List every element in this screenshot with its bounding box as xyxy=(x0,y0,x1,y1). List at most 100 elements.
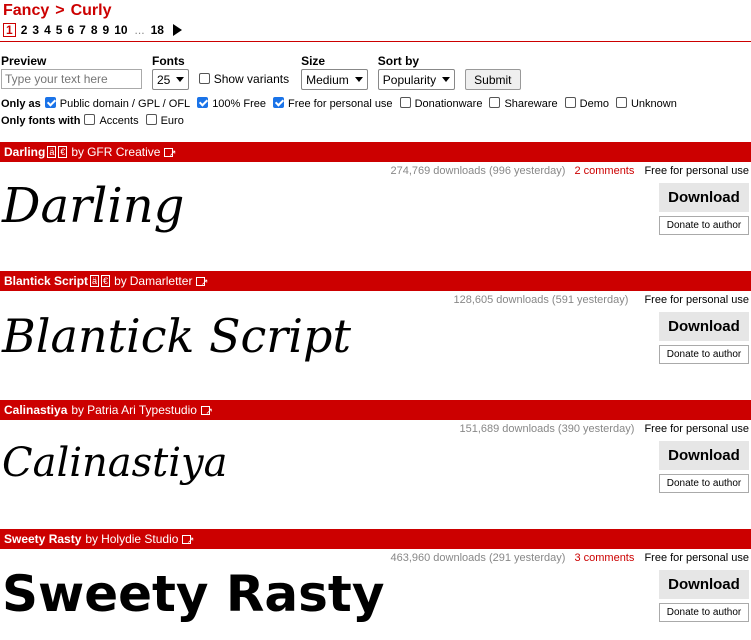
font-preview[interactable]: Blantick Script xyxy=(2,309,351,363)
sort-select[interactable]: Popularity xyxy=(377,69,456,90)
page-link[interactable]: 4 xyxy=(44,23,51,37)
license-label: Shareware xyxy=(504,98,558,110)
font-name-link[interactable]: Blantick Script xyxy=(4,271,88,291)
page-link[interactable]: 10 xyxy=(114,23,127,37)
show-variants-control: Show variants xyxy=(199,54,289,86)
by-label: by xyxy=(71,145,85,159)
pagination: 1 2 3 4 5 6 7 8 9 10 ... 18 xyxy=(3,23,751,37)
font-entry: Calinastiya by Patria Ari Typestudio 151… xyxy=(0,400,751,528)
license-label: Donationware xyxy=(414,98,483,110)
external-link-icon[interactable] xyxy=(196,272,208,292)
page-link[interactable]: 7 xyxy=(79,23,86,37)
author-link[interactable]: Patria Ari Typestudio xyxy=(87,400,197,420)
author-link[interactable]: GFR Creative xyxy=(87,142,160,162)
preview-input[interactable] xyxy=(1,69,142,89)
license-checkbox[interactable] xyxy=(564,97,576,108)
font-title-bar: Blantick Script ä € by Damarletter xyxy=(0,271,751,292)
license-checkbox[interactable] xyxy=(489,97,501,108)
feature-label: Accents xyxy=(99,115,139,127)
download-button[interactable]: Download xyxy=(659,441,749,470)
size-select[interactable]: Medium xyxy=(301,69,368,90)
euro-tag: € xyxy=(101,275,111,287)
preview-control: Preview xyxy=(1,54,142,89)
show-variants-label: Show variants xyxy=(213,72,290,86)
license-checkbox[interactable] xyxy=(44,97,56,108)
fonts-label: Fonts xyxy=(152,54,185,68)
only-as-label: Only as xyxy=(1,97,41,110)
external-link-icon[interactable] xyxy=(200,401,213,421)
author-link[interactable]: Damarletter xyxy=(130,271,193,291)
download-count: 128,605 downloads (591 yesterday) xyxy=(453,294,629,306)
only-fonts-with-label: Only fonts with xyxy=(1,114,81,127)
page-link[interactable]: 5 xyxy=(56,23,63,37)
breadcrumb-current[interactable]: Curly xyxy=(71,2,112,19)
font-preview[interactable]: Calinastiya xyxy=(2,440,228,486)
comments-link[interactable]: 3 comments xyxy=(574,552,634,564)
license-label: 100% Free xyxy=(212,98,266,110)
font-meta: 151,689 downloads (390 yesterday) Free f… xyxy=(459,423,749,435)
comments-link[interactable]: 2 comments xyxy=(574,165,634,177)
external-link-icon[interactable] xyxy=(164,143,176,163)
feature-label: Euro xyxy=(160,115,184,127)
author-link[interactable]: Holydie Studio xyxy=(101,529,178,549)
show-variants-checkbox[interactable] xyxy=(199,73,211,84)
license-checkbox[interactable] xyxy=(197,97,209,108)
breadcrumb-parent[interactable]: Fancy xyxy=(3,2,49,19)
license-label: Free for personal use xyxy=(288,98,393,110)
download-button[interactable]: Download xyxy=(659,312,749,341)
feature-checkbox[interactable] xyxy=(145,114,157,125)
license-label: Free for personal use xyxy=(644,552,749,564)
license-label: Free for personal use xyxy=(644,294,749,306)
accents-tag: ä xyxy=(47,146,57,158)
search-controls: Preview Fonts 25 Show variants Size Medi… xyxy=(0,42,751,128)
select-caret-icon xyxy=(442,77,451,82)
download-count: 151,689 downloads (390 yesterday) xyxy=(459,423,635,435)
page-link[interactable]: 8 xyxy=(91,23,98,37)
next-arrow-icon[interactable] xyxy=(172,24,182,36)
font-name-link[interactable]: Calinastiya xyxy=(4,400,67,420)
download-button[interactable]: Download xyxy=(659,570,749,599)
accents-tag: ä xyxy=(90,275,100,287)
euro-tag: € xyxy=(58,146,68,158)
external-link-icon[interactable] xyxy=(182,530,194,550)
size-label: Size xyxy=(301,54,326,68)
license-checkbox[interactable] xyxy=(273,97,284,108)
page-header: Fancy > Curly 1 2 3 4 5 6 7 8 9 10 ... 18 xyxy=(0,0,751,42)
donate-button[interactable]: Donate to author xyxy=(659,216,749,235)
page-link[interactable]: 2 xyxy=(21,23,28,37)
fonts-select[interactable]: 25 xyxy=(152,69,190,90)
page-link[interactable]: 3 xyxy=(32,23,39,37)
select-caret-icon xyxy=(176,77,185,82)
font-title-bar: Darling ä € by GFR Creative xyxy=(0,142,751,163)
license-label: Free for personal use xyxy=(644,165,749,177)
select-caret-icon xyxy=(354,77,363,82)
size-select-value: Medium xyxy=(306,72,349,87)
feature-checkbox[interactable] xyxy=(84,114,96,125)
license-checkbox[interactable] xyxy=(615,97,627,108)
page-link-last[interactable]: 18 xyxy=(151,23,164,37)
font-name-link[interactable]: Sweety Rasty xyxy=(4,529,81,549)
page-current: 1 xyxy=(3,23,16,37)
submit-button[interactable]: Submit xyxy=(465,69,521,90)
by-label: by xyxy=(85,532,99,546)
sort-label: Sort by xyxy=(377,54,420,68)
font-preview[interactable]: Sweety Rasty xyxy=(2,565,384,623)
font-title-bar: Sweety Rasty by Holydie Studio xyxy=(0,529,751,550)
donate-button[interactable]: Donate to author xyxy=(659,345,749,364)
feature-filter: Only fonts with Accents Euro xyxy=(1,113,751,128)
font-name-link[interactable]: Darling xyxy=(4,142,45,162)
page-ellipsis: ... xyxy=(134,23,145,37)
donate-button[interactable]: Donate to author xyxy=(659,474,749,493)
font-entry: Blantick Script ä € by Damarletter 128,6… xyxy=(0,271,751,399)
license-label: Free for personal use xyxy=(644,423,749,435)
donate-button[interactable]: Donate to author xyxy=(659,603,749,622)
download-button[interactable]: Download xyxy=(659,183,749,212)
font-meta: 463,960 downloads (291 yesterday) 3 comm… xyxy=(390,552,749,564)
font-meta: 128,605 downloads (591 yesterday) Free f… xyxy=(453,294,749,306)
license-label: Unknown xyxy=(630,98,677,110)
page-link[interactable]: 9 xyxy=(103,23,110,37)
font-preview[interactable]: Darling xyxy=(2,178,184,234)
font-title-bar: Calinastiya by Patria Ari Typestudio xyxy=(0,400,751,421)
license-checkbox[interactable] xyxy=(399,97,411,108)
page-link[interactable]: 6 xyxy=(67,23,74,37)
